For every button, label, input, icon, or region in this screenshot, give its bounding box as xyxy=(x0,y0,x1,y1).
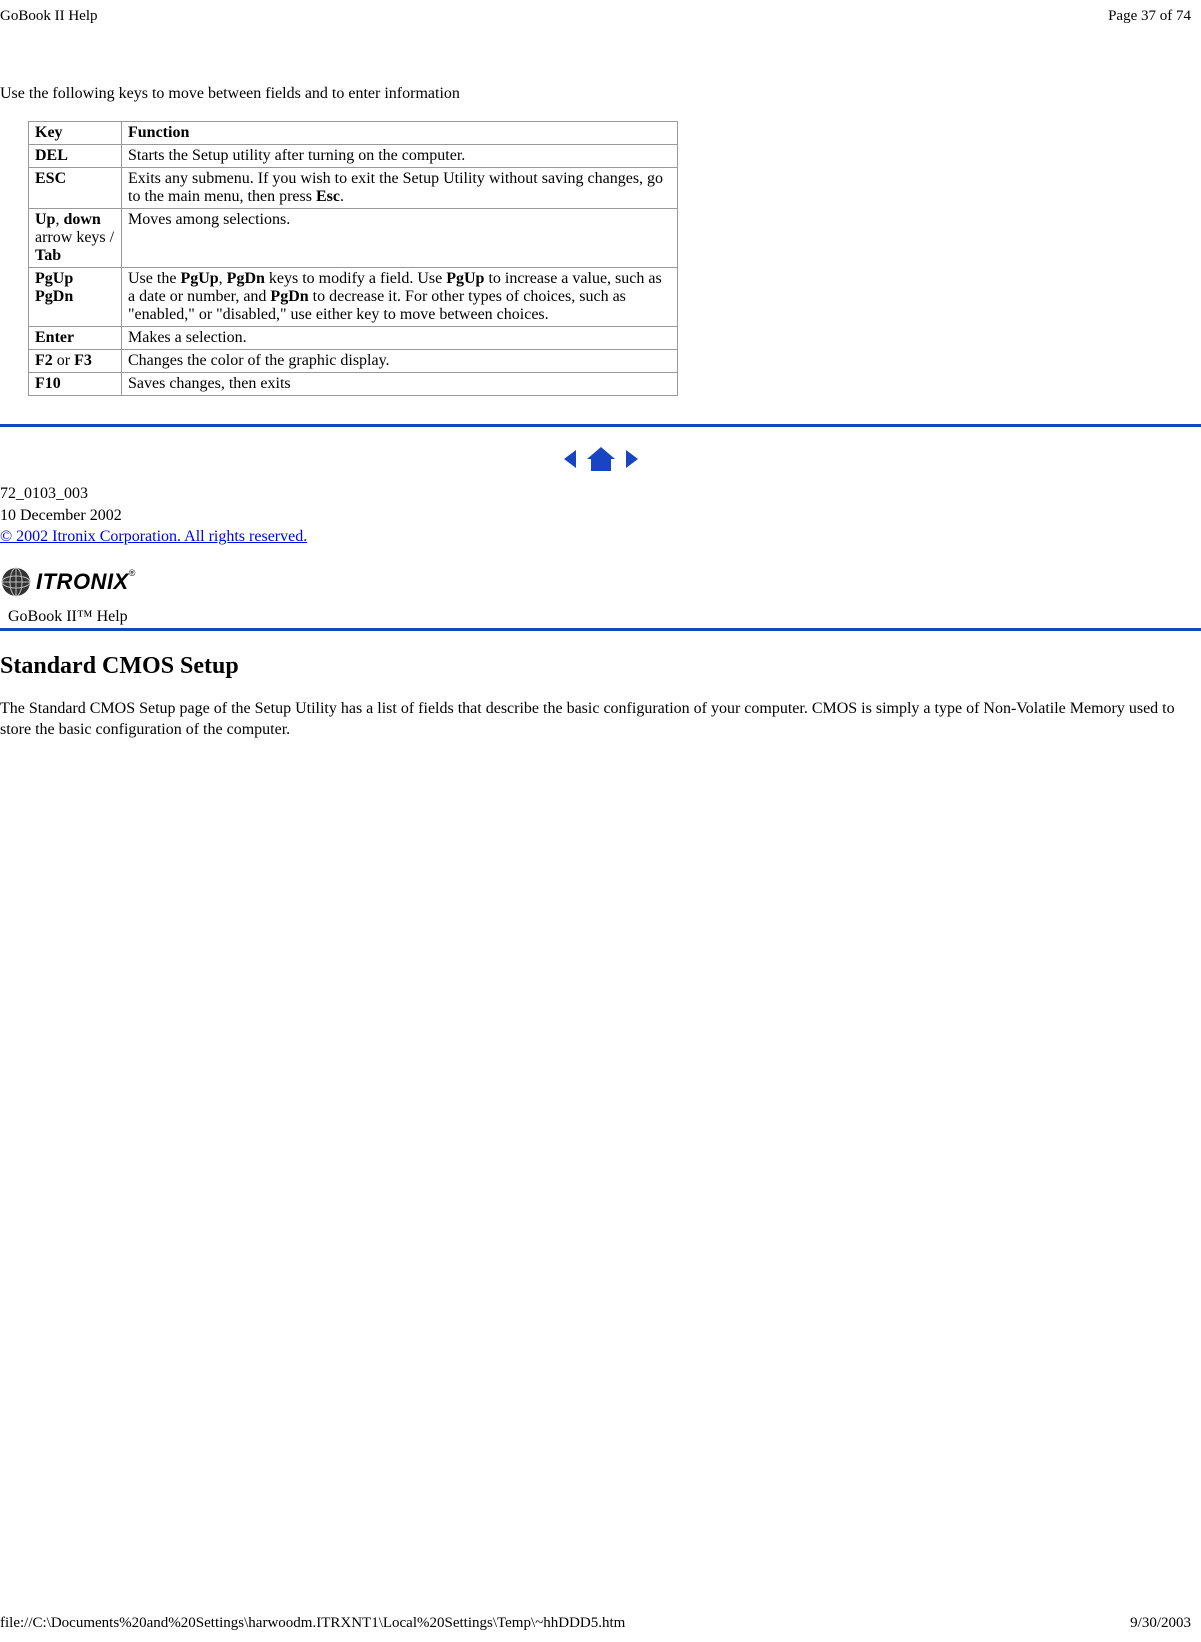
footer-path: file://C:\Documents%20and%20Settings\har… xyxy=(0,1615,625,1632)
brand-help-label: GoBook II™ Help xyxy=(0,604,1201,631)
table-row: DELStarts the Setup utility after turnin… xyxy=(29,145,678,168)
key-cell: PgUp PgDn xyxy=(29,268,122,327)
section-body: The Standard CMOS Setup page of the Setu… xyxy=(0,698,1180,741)
key-cell: DEL xyxy=(29,145,122,168)
registered-icon: ® xyxy=(129,568,136,578)
divider-blue xyxy=(0,424,1201,427)
function-cell: Changes the color of the graphic display… xyxy=(122,350,678,373)
doc-date: 10 December 2002 xyxy=(0,505,1201,527)
key-cell: Up, down arrow keys / Tab xyxy=(29,209,122,268)
key-cell: ESC xyxy=(29,168,122,209)
function-cell: Starts the Setup utility after turning o… xyxy=(122,145,678,168)
doc-id: 72_0103_003 xyxy=(0,483,1201,505)
table-row: EnterMakes a selection. xyxy=(29,327,678,350)
table-row: F10Saves changes, then exits xyxy=(29,373,678,396)
brand-logo: ITRONIX® xyxy=(0,566,1201,598)
table-row: PgUp PgDnUse the PgUp, PgDn keys to modi… xyxy=(29,268,678,327)
nav-home-icon[interactable] xyxy=(585,450,621,467)
table-row: F2 or F3Changes the color of the graphic… xyxy=(29,350,678,373)
nav-next-icon[interactable] xyxy=(621,450,641,467)
nav-prev-icon[interactable] xyxy=(561,450,585,467)
function-cell: Moves among selections. xyxy=(122,209,678,268)
key-cell: Enter xyxy=(29,327,122,350)
function-cell: Use the PgUp, PgDn keys to modify a fiel… xyxy=(122,268,678,327)
section-heading: Standard CMOS Setup xyxy=(0,653,1201,680)
key-cell: F10 xyxy=(29,373,122,396)
brand-logo-text: ITRONIX xyxy=(36,569,129,594)
function-cell: Exits any submenu. If you wish to exit t… xyxy=(122,168,678,209)
function-cell: Makes a selection. xyxy=(122,327,678,350)
intro-text: Use the following keys to move between f… xyxy=(0,85,1201,103)
keys-table: Key Function DELStarts the Setup utility… xyxy=(28,121,678,396)
table-row: ESCExits any submenu. If you wish to exi… xyxy=(29,168,678,209)
header-title: GoBook II Help xyxy=(0,8,98,25)
table-row: Up, down arrow keys / TabMoves among sel… xyxy=(29,209,678,268)
col-function: Function xyxy=(122,122,678,145)
copyright-link[interactable]: © 2002 Itronix Corporation. All rights r… xyxy=(0,528,307,545)
function-cell: Saves changes, then exits xyxy=(122,373,678,396)
header-page-number: Page 37 of 74 xyxy=(1108,8,1191,25)
key-cell: F2 or F3 xyxy=(29,350,122,373)
footer-date: 9/30/2003 xyxy=(1130,1615,1191,1632)
globe-icon xyxy=(0,566,32,598)
col-key: Key xyxy=(29,122,122,145)
